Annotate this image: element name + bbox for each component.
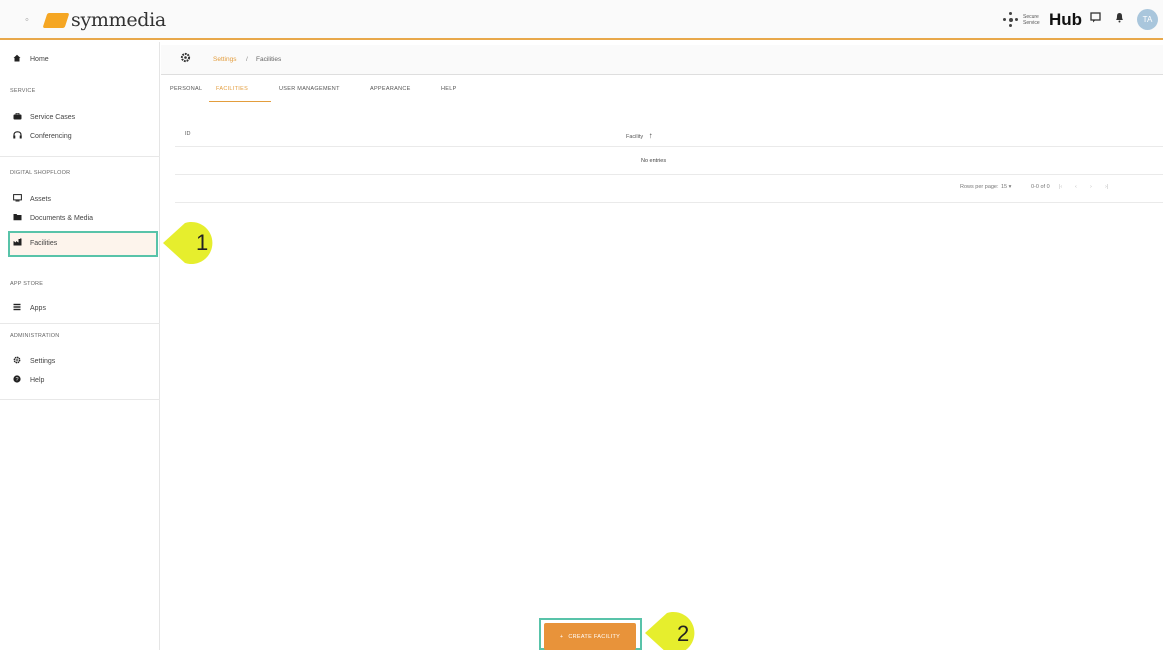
- next-page-icon[interactable]: ›: [1090, 184, 1092, 190]
- create-facility-button[interactable]: + CREATE FACILITY: [544, 623, 636, 650]
- help-icon: ?: [12, 375, 22, 385]
- factory-icon: [12, 238, 22, 248]
- pagination-range: 0-0 of 0: [1031, 184, 1050, 190]
- sidebar-item-label: Conferencing: [30, 132, 72, 140]
- breadcrumb-settings-link[interactable]: Settings: [213, 56, 237, 63]
- sidebar-divider: [0, 399, 160, 400]
- sidebar-item-label: Settings: [30, 357, 56, 365]
- sidebar-divider: [0, 156, 160, 157]
- sidebar: Home SERVICE Service Cases Conferencing …: [0, 42, 160, 650]
- breadcrumb: Settings / Facilities: [161, 45, 1163, 75]
- previous-page-icon[interactable]: ‹: [1075, 184, 1077, 190]
- top-bar: ◦ symmedia Secure Service Hub TA: [0, 0, 1163, 40]
- callout-2: 2: [645, 605, 715, 657]
- rows-per-page-value: 15: [1001, 184, 1008, 190]
- gear-icon: [12, 356, 22, 366]
- breadcrumb-separator: /: [246, 56, 248, 63]
- sidebar-item-label: Documents & Media: [30, 214, 94, 222]
- tab-appearance[interactable]: APPEARANCE: [370, 86, 411, 92]
- hub-dots-icon: [1003, 12, 1019, 28]
- table-header: ID Facility ↑: [175, 123, 1163, 147]
- empty-state-text: No entries: [641, 158, 667, 164]
- sidebar-item-help[interactable]: ? Help: [12, 371, 44, 389]
- active-tab-indicator: [209, 101, 271, 102]
- section-title-app-store: APP STORE: [10, 281, 44, 287]
- grid-icon: [12, 303, 22, 313]
- hub-small-text: Secure Service: [1023, 14, 1040, 26]
- sidebar-item-facilities[interactable]: Facilities: [12, 234, 57, 252]
- sort-arrow-up-icon: ↑: [648, 131, 653, 140]
- sidebar-item-label: Home: [30, 55, 49, 63]
- sidebar-item-label: Service Cases: [30, 113, 76, 121]
- chevron-down-icon: ▾: [1008, 184, 1012, 190]
- section-title-service: SERVICE: [10, 88, 36, 94]
- user-avatar[interactable]: TA: [1137, 9, 1158, 30]
- column-header-id[interactable]: ID: [185, 131, 191, 137]
- tab-personal[interactable]: PERSONAL: [170, 86, 202, 92]
- tab-user-management[interactable]: USER MANAGEMENT: [279, 86, 340, 92]
- callout-2-number: 2: [677, 621, 690, 646]
- section-title-administration: ADMINISTRATION: [10, 333, 60, 339]
- column-header-facility-label: Facility: [626, 134, 644, 140]
- plus-icon: +: [559, 633, 564, 640]
- section-title-digital-shopfloor: DIGITAL SHOPFLOOR: [10, 170, 71, 176]
- menu-toggle-icon[interactable]: ◦: [20, 13, 34, 27]
- callout-1: 1: [163, 217, 215, 269]
- rows-per-page-select[interactable]: 15 ▾: [1001, 184, 1011, 190]
- sidebar-item-home[interactable]: Home: [12, 50, 49, 68]
- home-icon: [12, 54, 22, 64]
- sidebar-item-settings[interactable]: Settings: [12, 352, 55, 370]
- sidebar-item-label: Facilities: [30, 239, 58, 247]
- table-empty-row: No entries: [175, 147, 1163, 175]
- sidebar-item-label: Assets: [30, 195, 52, 203]
- first-page-icon[interactable]: |‹: [1059, 184, 1062, 190]
- last-page-icon[interactable]: ›|: [1105, 184, 1108, 190]
- table-pagination: Rows per page: 15 ▾ 0-0 of 0 |‹ ‹ › ›|: [175, 175, 1163, 203]
- tab-facilities[interactable]: FACILITIES: [216, 86, 248, 92]
- column-header-facility[interactable]: Facility ↑: [626, 131, 653, 140]
- callout-1-number: 1: [196, 230, 209, 255]
- settings-tabs: PERSONAL FACILITIES USER MANAGEMENT APPE…: [161, 82, 1163, 102]
- sidebar-item-apps[interactable]: Apps: [12, 299, 46, 317]
- folder-icon: [12, 213, 22, 223]
- logo[interactable]: symmedia: [42, 9, 166, 31]
- notification-bell-icon[interactable]: [1115, 12, 1124, 26]
- logo-mark: [42, 12, 70, 28]
- settings-gear-icon: [180, 52, 191, 66]
- chat-icon[interactable]: [1090, 12, 1101, 26]
- create-facility-label: CREATE FACILITY: [568, 633, 621, 640]
- headset-icon: [12, 131, 22, 141]
- sidebar-divider: [0, 323, 160, 324]
- sidebar-item-assets[interactable]: Assets: [12, 190, 51, 208]
- hub-text: Hub: [1049, 10, 1083, 29]
- sidebar-item-conferencing[interactable]: Conferencing: [12, 127, 72, 145]
- assets-icon: [12, 194, 22, 204]
- tab-help[interactable]: HELP: [441, 86, 457, 92]
- breadcrumb-current: Facilities: [256, 56, 282, 63]
- sidebar-item-service-cases[interactable]: Service Cases: [12, 108, 75, 126]
- rows-per-page-label: Rows per page:: [960, 184, 999, 190]
- sidebar-item-documents-media[interactable]: Documents & Media: [12, 209, 93, 227]
- svg-text:?: ?: [15, 377, 18, 383]
- logo-text: symmedia: [71, 9, 166, 31]
- briefcase-icon: [12, 112, 22, 122]
- service-hub-logo: Secure Service Hub: [1003, 10, 1082, 30]
- sidebar-item-label: Help: [30, 376, 45, 384]
- sidebar-item-label: Apps: [30, 304, 46, 312]
